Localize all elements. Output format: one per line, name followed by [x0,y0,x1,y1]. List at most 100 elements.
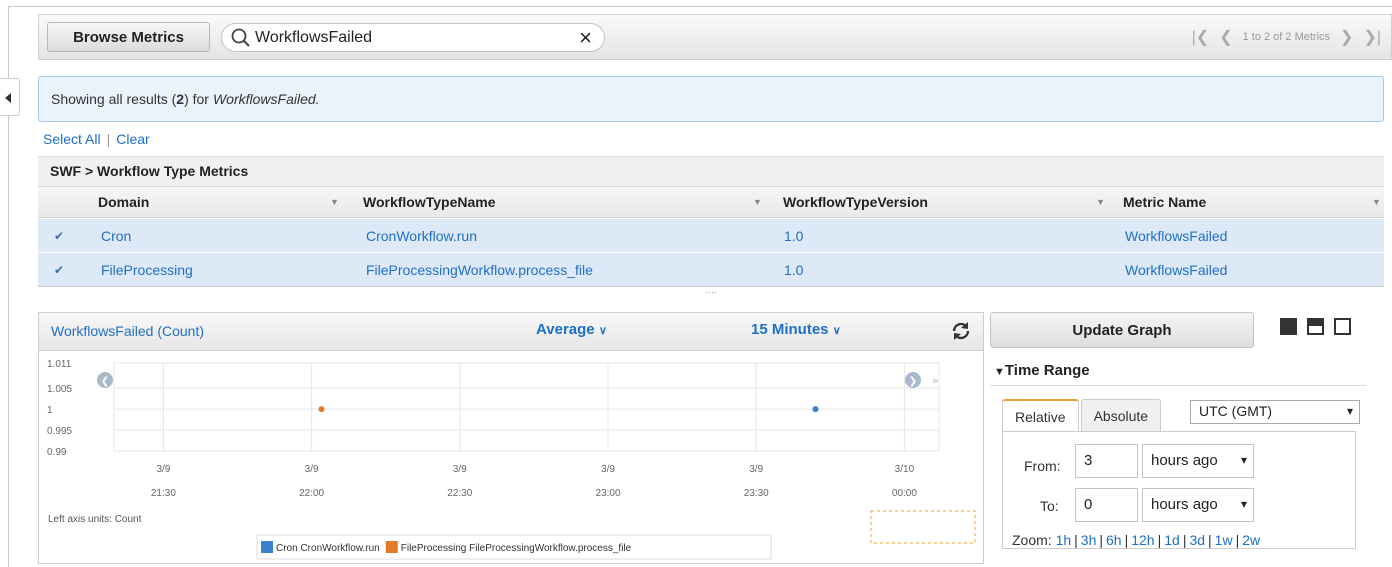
axis-units-label: Left axis units: Count [48,514,142,525]
zoom-option-3d[interactable]: 3d [1189,532,1205,548]
zoom-links: Zoom: 1h | 3h | 6h | 12h | 1d | 3d | 1w | 2w [1012,532,1260,548]
layout-toggles [1280,318,1351,335]
last-page-icon[interactable]: ❯| [1363,27,1381,47]
chevron-down-icon: ∨ [832,325,841,337]
col-sort-icon[interactable]: ▼ [330,187,339,217]
from-input[interactable]: 3 [1075,444,1138,478]
select-arrow-icon: ▾ [1346,404,1353,418]
graph-title: WorkflowsFailed (Count) [51,323,205,339]
x-tick-date: 3/9 [749,464,763,475]
timezone-select[interactable]: UTC (GMT) ▾ [1190,400,1360,424]
zoom-separator: | [1074,532,1078,548]
timezone-value: UTC (GMT) [1199,403,1273,419]
col-domain[interactable]: Domain [98,187,149,217]
zoom-option-2w[interactable]: 2w [1242,532,1260,548]
selection-links: Select All | Clear [43,131,150,147]
x-tick-date: 3/9 [305,464,319,475]
selection-separator: | [106,131,111,147]
col-workflow-type-name[interactable]: WorkflowTypeName [363,187,496,217]
layout-full-icon[interactable] [1280,318,1297,335]
data-point [318,406,325,413]
pager-text: 1 to 2 of 2 Metrics [1242,31,1331,43]
clear-search-icon[interactable]: × [579,25,592,51]
browse-metrics-button[interactable]: Browse Metrics [47,22,210,52]
time-range-label: Time Range [1004,362,1090,379]
to-label: To: [1040,498,1059,514]
zoom-separator: | [1099,532,1104,548]
zoom-separator: | [1157,532,1162,548]
search-icon [231,28,250,47]
cell-type-name[interactable]: FileProcessingWorkflow.process_file [366,253,593,286]
statistic-dropdown[interactable]: Average ∨ [536,321,607,338]
cell-version[interactable]: 1.0 [784,219,803,252]
panel-splitter[interactable]: .... [38,286,1384,298]
y-tick-label: 0.99 [47,447,67,458]
prev-page-icon[interactable]: ❮ [1219,27,1232,47]
col-workflow-type-version[interactable]: WorkflowTypeVersion [783,187,928,217]
update-graph-button[interactable]: Update Graph [990,312,1254,348]
x-tick-time: 22:00 [299,488,324,499]
row-checkbox-icon[interactable]: ✔ [54,253,64,286]
y-tick-label: 1 [47,405,53,416]
chart-last-icon[interactable]: » [932,374,939,387]
search-box[interactable]: WorkflowsFailed × [221,23,605,52]
refresh-icon[interactable] [949,319,973,343]
zoom-separator: | [1208,532,1212,548]
clear-link[interactable]: Clear [116,131,149,147]
layout-empty-icon[interactable] [1334,318,1351,335]
period-dropdown[interactable]: 15 Minutes ∨ [751,321,841,338]
zoom-option-6h[interactable]: 6h [1106,532,1122,548]
zoom-option-12h[interactable]: 12h [1131,532,1154,548]
select-arrow-icon: ▾ [1240,453,1247,467]
results-banner: Showing all results (2) for WorkflowsFail… [38,76,1384,122]
graph-panel: WorkflowsFailed (Count) Average ∨ 15 Min… [38,312,984,564]
banner-query: WorkflowsFailed. [212,91,320,107]
x-tick-time: 23:30 [744,488,769,499]
zoom-separator: | [1124,532,1129,548]
col-sort-icon[interactable]: ▼ [1096,187,1105,217]
x-tick-time: 23:00 [595,488,620,499]
legend-swatch [261,541,273,553]
tab-absolute[interactable]: Absolute [1080,399,1162,431]
select-all-link[interactable]: Select All [43,131,101,147]
col-sort-icon[interactable]: ▼ [1372,187,1381,217]
time-range-heading[interactable]: ▼Time Range [994,362,1090,379]
to-unit-select[interactable]: hours ago ▾ [1142,488,1254,522]
table-row[interactable]: ✔ FileProcessing FileProcessingWorkflow.… [38,253,1384,287]
zoom-option-3h[interactable]: 3h [1081,532,1097,548]
from-unit-value: hours ago [1151,452,1218,469]
metrics-toolbar: Browse Metrics WorkflowsFailed × |❮ ❮ 1 … [38,14,1392,60]
collapse-sidebar-tab[interactable] [0,78,20,116]
cell-domain[interactable]: FileProcessing [101,253,193,286]
metric-chart: 1.011 1.005 1 0.995 0.99 3/9 21:30 3/9 22:00 3/9 2… [47,359,976,560]
tab-relative[interactable]: Relative [1002,399,1079,432]
zoom-option-1w[interactable]: 1w [1215,532,1233,548]
search-input[interactable]: WorkflowsFailed [255,29,579,47]
to-unit-value: hours ago [1151,496,1218,513]
banner-prefix: Showing all results ( [51,91,177,107]
x-tick-date: 3/9 [453,464,467,475]
cell-domain[interactable]: Cron [101,219,131,252]
from-unit-select[interactable]: hours ago ▾ [1142,444,1254,478]
first-page-icon[interactable]: |❮ [1192,27,1210,47]
cell-type-name[interactable]: CronWorkflow.run [366,219,477,252]
y-tick-label: 1.011 [47,359,72,370]
layout-split-icon[interactable] [1307,318,1324,335]
triangle-down-icon: ▼ [994,366,1005,378]
row-checkbox-icon[interactable]: ✔ [54,219,64,252]
collapse-left-icon [5,93,11,103]
zoom-option-1d[interactable]: 1d [1164,532,1180,548]
next-page-icon[interactable]: ❯ [1340,27,1353,47]
to-input[interactable]: 0 [1075,488,1138,522]
splitter-grip: .... [705,285,717,296]
cell-metric[interactable]: WorkflowsFailed [1125,219,1227,252]
divider [990,385,1366,386]
banner-mid: ) for [184,91,209,107]
cell-metric[interactable]: WorkflowsFailed [1125,253,1227,286]
col-sort-icon[interactable]: ▼ [753,187,762,217]
cell-version[interactable]: 1.0 [784,253,803,286]
col-metric-name[interactable]: Metric Name [1123,187,1206,217]
table-row[interactable]: ✔ Cron CronWorkflow.run 1.0 WorkflowsFai… [38,219,1384,253]
x-tick-date: 3/9 [156,464,170,475]
zoom-option-1h[interactable]: 1h [1056,532,1072,548]
